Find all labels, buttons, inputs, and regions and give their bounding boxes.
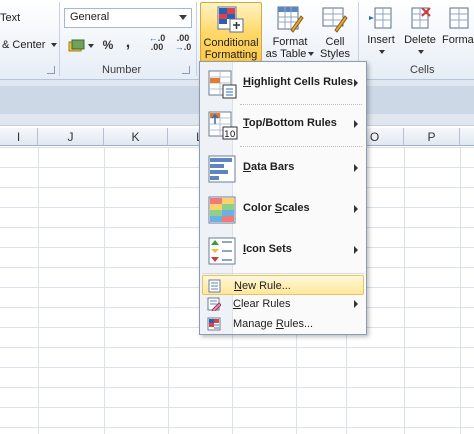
menu-item-label: Highlight Cells Rules [243, 76, 354, 88]
merge-dropdown-icon[interactable] [51, 43, 57, 47]
cell-styles-line2: Styles [320, 48, 350, 60]
delete-label: Delete [404, 34, 436, 46]
column-header-k[interactable]: K [104, 128, 168, 146]
conditional-formatting-button[interactable]: Conditional Formatting [200, 2, 262, 70]
wrap-text-label[interactable]: Text [0, 12, 20, 24]
chevron-down-icon [379, 50, 385, 55]
data-bars-icon [208, 155, 236, 183]
icon-sets-icon [208, 237, 236, 265]
menu-item-manage-rules[interactable]: Manage Rules... [202, 314, 364, 334]
highlight-cells-icon [208, 70, 237, 99]
chevron-down-icon[interactable] [179, 15, 187, 20]
increase-decimal-button[interactable]: ←.0 .00 [146, 34, 168, 52]
menu-item-new-rule[interactable]: New Rule... [202, 275, 364, 295]
submenu-arrow-icon [354, 246, 358, 254]
chevron-down-icon [308, 52, 315, 57]
insert-label: Insert [367, 34, 395, 46]
menu-item-label: Color Scales [243, 202, 310, 214]
submenu-arrow-icon [354, 205, 358, 213]
menu-item-label: Icon Sets [243, 243, 292, 255]
format-label: Format [442, 34, 474, 46]
column-header-j[interactable]: J [38, 128, 104, 146]
arrow-right-icon: → [174, 42, 184, 52]
menu-item-highlight-cells-rules[interactable]: Highlight Cells Rules [202, 64, 364, 104]
column-header-p[interactable]: P [404, 128, 460, 146]
menu-item-data-bars[interactable]: Data Bars [202, 149, 364, 189]
percent-style-button[interactable]: % [100, 36, 116, 54]
format-cells-icon [449, 7, 469, 29]
delete-cells-icon [411, 7, 431, 29]
cell-styles-icon [322, 7, 348, 33]
conditional-formatting-menu: Highlight Cells Rules 10 Top/Bottom Rule… [199, 61, 367, 335]
menu-item-label: New Rule... [234, 280, 291, 292]
menu-item-top-bottom-rules[interactable]: 10 Top/Bottom Rules [202, 105, 364, 145]
merge-center-label[interactable]: & Center [2, 39, 45, 51]
top-bottom-icon: 10 [208, 111, 238, 140]
format-as-table-icon [277, 6, 304, 33]
number-group-label: Number [102, 64, 142, 76]
format-as-table-line2: as Table [265, 48, 307, 60]
group-separator [196, 2, 197, 76]
alignment-launcher-icon[interactable] [47, 66, 55, 74]
conditional-formatting-line2: Formatting [204, 49, 258, 61]
submenu-arrow-icon [354, 120, 358, 128]
number-format-value: General [70, 11, 110, 23]
comma-style-button[interactable]: , [122, 34, 134, 52]
chevron-down-icon[interactable] [88, 43, 94, 48]
accounting-icon [68, 39, 85, 52]
insert-button[interactable]: Insert [362, 2, 400, 62]
format-as-table-button[interactable]: Format as Table [264, 2, 316, 62]
menu-item-clear-rules[interactable]: Clear Rules [202, 294, 364, 314]
number-launcher-icon[interactable] [182, 66, 190, 74]
menu-item-icon-sets[interactable]: Icon Sets [202, 231, 364, 271]
new-rule-icon [208, 279, 221, 293]
grid-column-line [168, 147, 169, 434]
cells-group-label: Cells [410, 64, 435, 76]
column-header-i[interactable]: I [0, 128, 38, 146]
submenu-arrow-icon [354, 300, 358, 308]
grid-column-line [38, 147, 39, 434]
menu-separator [240, 146, 362, 147]
menu-item-label: Top/Bottom Rules [243, 117, 337, 129]
grid-column-line [104, 147, 105, 434]
delete-button[interactable]: Delete [402, 2, 438, 62]
decrease-decimal-bottom: .0 [183, 42, 192, 52]
grid-column-line [460, 147, 461, 434]
insert-cells-icon [369, 7, 392, 29]
submenu-arrow-icon [354, 79, 358, 87]
menu-separator [202, 273, 364, 274]
accounting-format-button[interactable] [68, 36, 94, 54]
menu-item-label: Clear Rules [233, 298, 291, 310]
cell-styles-button[interactable]: Cell Styles [318, 2, 352, 69]
menu-item-label: Data Bars [243, 161, 295, 173]
format-as-table-line1: Format [272, 36, 308, 48]
grid-column-line [404, 147, 405, 434]
conditional-formatting-icon [217, 6, 244, 33]
cell-styles-line1: Cell [325, 36, 345, 48]
menu-item-color-scales[interactable]: Color Scales [202, 190, 364, 230]
conditional-formatting-line1: Conditional [203, 37, 259, 49]
group-separator [59, 2, 60, 76]
clear-rules-icon [207, 297, 221, 311]
svg-text:10: 10 [224, 130, 236, 140]
color-scales-icon [208, 196, 236, 224]
chevron-down-icon [418, 50, 424, 55]
number-format-combo[interactable]: General [64, 8, 192, 28]
increase-decimal-bottom: .00 [150, 42, 164, 52]
submenu-arrow-icon [354, 164, 358, 172]
manage-rules-icon [207, 317, 221, 331]
decrease-decimal-button[interactable]: .00 →.0 [172, 34, 194, 52]
menu-item-label: Manage Rules... [233, 318, 314, 330]
format-button[interactable]: Format [440, 2, 474, 62]
